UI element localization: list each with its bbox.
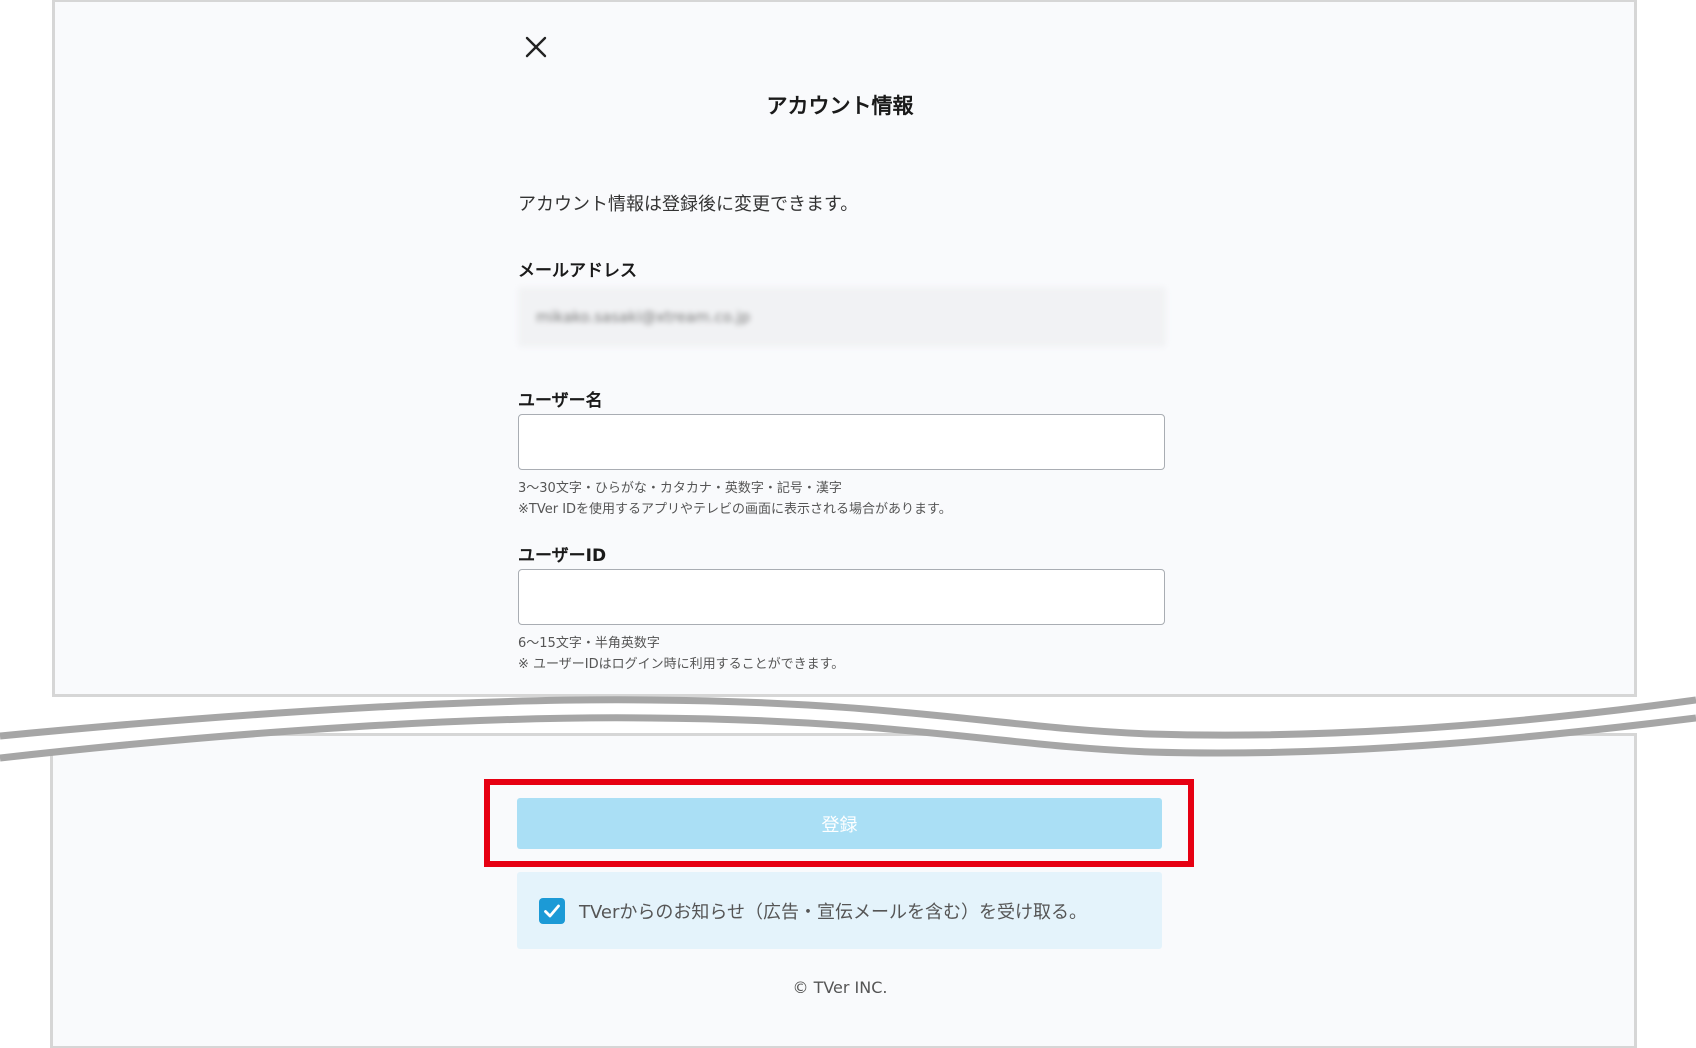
copyright: © TVer INC. xyxy=(792,978,888,997)
close-icon[interactable] xyxy=(521,32,551,62)
newsletter-option: TVerからのお知らせ（広告・宣伝メールを含む）を受け取る。 xyxy=(517,872,1162,949)
check-icon xyxy=(544,904,560,917)
newsletter-checkbox[interactable] xyxy=(539,897,565,924)
user-id-hint-line-2: ※ ユーザーIDはログイン時に利用することができます。 xyxy=(518,657,845,672)
user-id-label: ユーザーID xyxy=(518,546,607,566)
section-break-wave xyxy=(0,696,1696,762)
email-value: mikako.sasaki@xtream.co.jp xyxy=(518,287,1166,347)
username-label: ユーザー名 xyxy=(518,391,603,411)
user-id-hint-line-1: 6〜15文字・半角英数字 xyxy=(518,636,660,651)
newsletter-label: TVerからのお知らせ（広告・宣伝メールを含む）を受け取る。 xyxy=(579,901,1088,923)
username-hint: 3〜30文字・ひらがな・カタカナ・英数字・記号・漢字 ※TVer IDを使用する… xyxy=(518,478,952,520)
username-input[interactable] xyxy=(518,414,1165,470)
user-id-hint: 6〜15文字・半角英数字 ※ ユーザーIDはログイン時に利用することができます。 xyxy=(518,633,844,675)
page-title: アカウント情報 xyxy=(766,94,914,118)
register-button-highlight xyxy=(484,779,1194,867)
email-label: メールアドレス xyxy=(518,261,637,281)
intro-text: アカウント情報は登録後に変更できます。 xyxy=(518,194,859,215)
username-hint-line-1: 3〜30文字・ひらがな・カタカナ・英数字・記号・漢字 xyxy=(518,481,842,496)
user-id-input[interactable] xyxy=(518,569,1165,625)
username-hint-line-2: ※TVer IDを使用するアプリやテレビの画面に表示される場合があります。 xyxy=(518,502,952,517)
